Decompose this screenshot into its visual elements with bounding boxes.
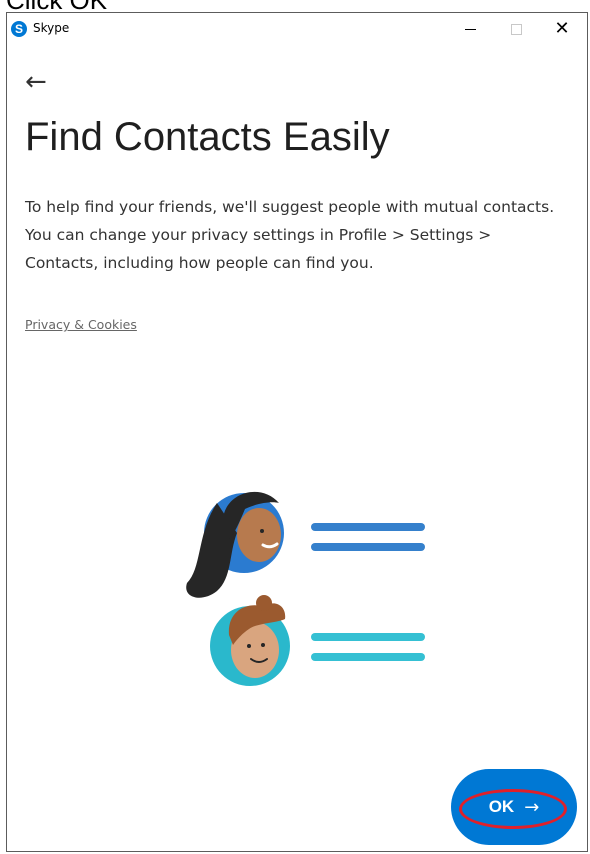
arrow-right-icon: →	[524, 796, 540, 818]
back-button[interactable]: ←	[25, 69, 65, 95]
ok-button[interactable]: OK →	[451, 769, 577, 845]
skype-logo-icon: S	[11, 21, 27, 37]
minimize-button[interactable]	[447, 13, 493, 45]
window-title: Skype	[33, 21, 70, 35]
minimize-icon	[464, 28, 476, 30]
privacy-cookies-link[interactable]: Privacy & Cookies	[25, 317, 137, 332]
maximize-button[interactable]	[493, 13, 539, 45]
person-two-line-2	[311, 653, 425, 661]
description-text: To help find your friends, we'll suggest…	[25, 198, 555, 272]
contacts-illustration-icon	[186, 491, 425, 686]
page-title: Find Contacts Easily	[25, 115, 390, 159]
person-one-avatar	[186, 491, 284, 598]
close-button[interactable]: ✕	[539, 13, 585, 45]
close-icon: ✕	[554, 18, 570, 39]
ok-button-label: OK	[488, 797, 515, 816]
back-arrow-icon: ←	[25, 67, 47, 97]
maximize-icon	[510, 23, 522, 35]
person-two-line-1	[311, 633, 425, 641]
skype-window: S Skype ✕ ← Find Contacts Easily To help…	[6, 12, 588, 852]
person-one-line-1	[311, 523, 425, 531]
person-one-line-2	[311, 543, 425, 551]
title-bar: S Skype ✕	[7, 13, 587, 45]
person-two-avatar	[210, 595, 290, 686]
